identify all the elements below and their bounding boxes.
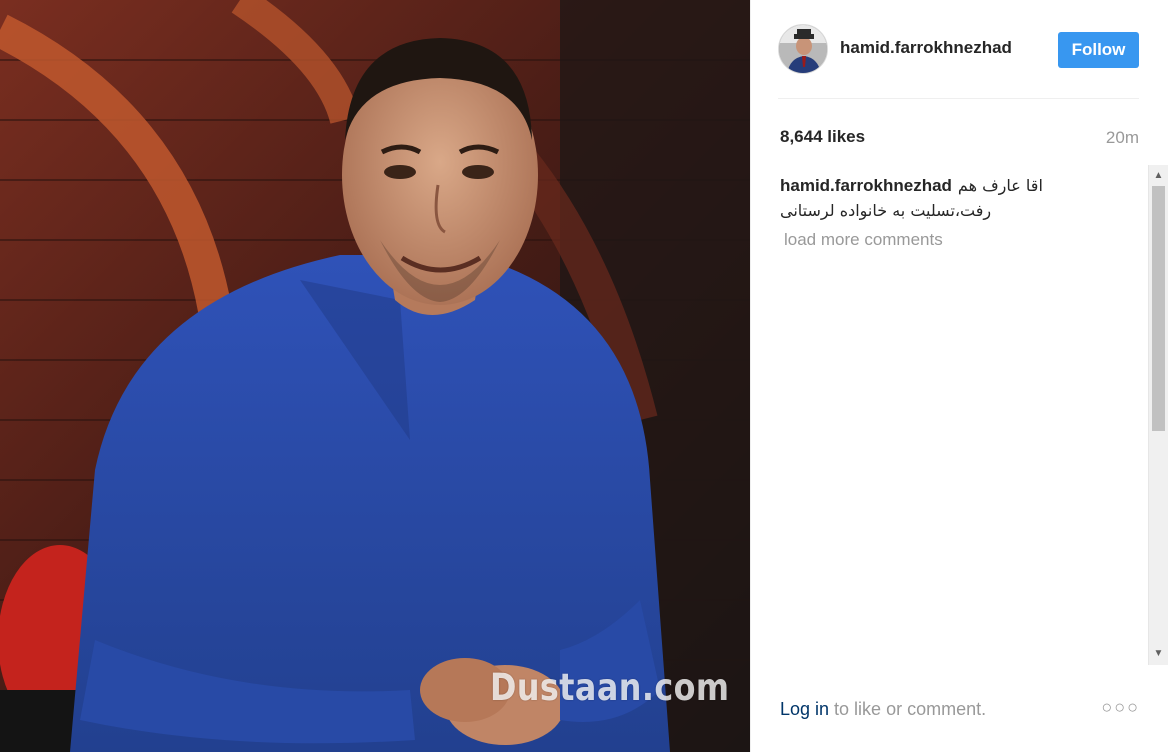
avatar-photo-icon — [779, 25, 827, 73]
post-time[interactable]: 20m — [1106, 128, 1139, 148]
post-footer: Log in to like or comment. ○○○ — [780, 697, 1142, 723]
username-link[interactable]: hamid.farrokhnezhad — [840, 38, 1012, 58]
ellipsis-icon[interactable]: ○○○ — [1101, 697, 1140, 718]
post-details-panel: hamid.farrokhnezhad Follow 8,644 likes 2… — [750, 0, 1169, 752]
post-header: hamid.farrokhnezhad Follow — [778, 24, 1140, 74]
caption-text-line2: رفت،تسلیت به خانواده لرستانی — [780, 201, 992, 220]
user-avatar[interactable] — [778, 24, 828, 74]
comments-scrollbar[interactable]: ▲ ▼ — [1148, 165, 1168, 665]
comments-area: hamid.farrokhnezhad اقا عارف هم رفت،تسلیت… — [750, 165, 1169, 665]
caption-username[interactable]: hamid.farrokhnezhad — [780, 176, 952, 195]
login-link[interactable]: Log in — [780, 699, 829, 719]
caption-text-line1: اقا عارف هم — [957, 176, 1043, 195]
post-photo-illustration — [0, 0, 750, 752]
load-more-comments-link[interactable]: load more comments — [784, 230, 943, 250]
likes-count[interactable]: 8,644 likes — [780, 127, 865, 147]
scroll-up-icon[interactable]: ▲ — [1149, 167, 1168, 185]
login-prompt-rest: to like or comment. — [829, 699, 987, 719]
header-divider — [778, 98, 1139, 99]
post-photo[interactable]: Dustaan.com — [0, 0, 750, 752]
watermark-text: Dustaan.com — [490, 666, 730, 709]
login-prompt: Log in to like or comment. — [780, 699, 986, 719]
caption: hamid.farrokhnezhad اقا عارف هم رفت،تسلیت… — [780, 173, 1142, 223]
scroll-down-icon[interactable]: ▼ — [1149, 645, 1168, 663]
scroll-thumb[interactable] — [1152, 186, 1165, 431]
follow-button[interactable]: Follow — [1058, 32, 1139, 68]
